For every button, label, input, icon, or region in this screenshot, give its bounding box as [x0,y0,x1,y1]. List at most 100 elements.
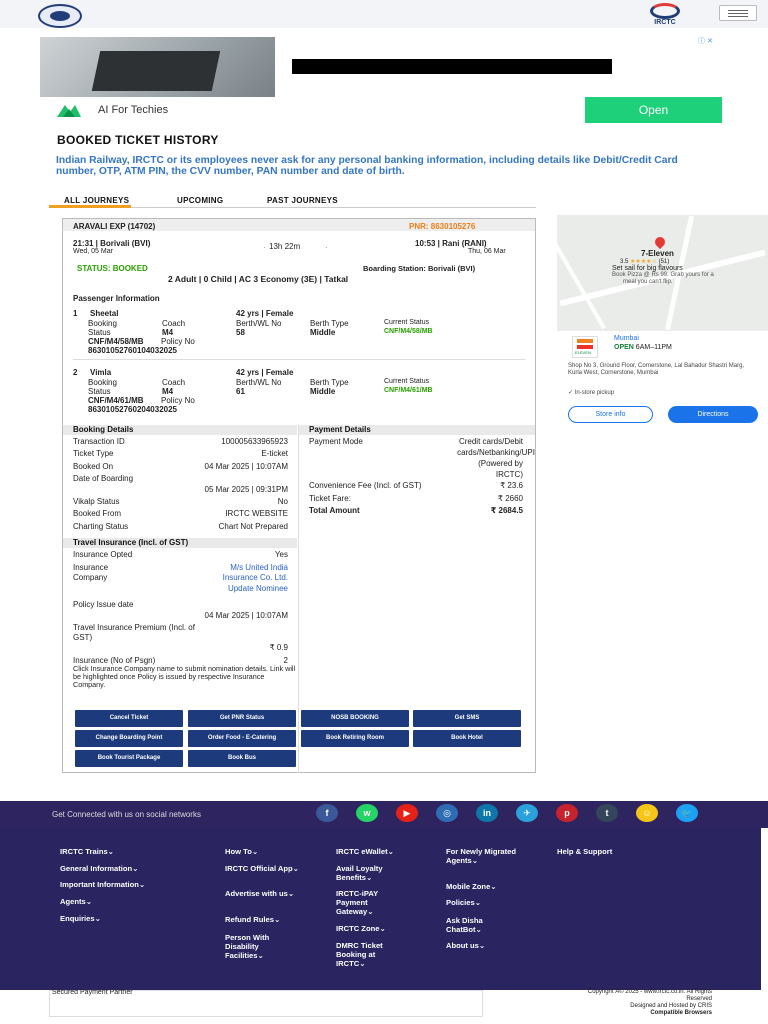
book-hotel-button[interactable]: Book Hotel [413,730,521,747]
ad-close-icon[interactable]: ⓘ ✕ [698,36,722,45]
departure-date: Wed, 05 Mar [73,248,113,255]
facebook-icon[interactable]: f [316,804,338,822]
footer-link[interactable]: Ask Disha ChatBot⌄ [446,916,501,934]
insurance-company-link[interactable]: Insurance Co. Ltd. [173,573,288,582]
vikalp-label: Vikalp Status [73,497,120,506]
insurance-company-label: Company [73,573,108,582]
footer-link[interactable]: DMRC Ticket Booking at IRCTC⌄ [336,941,406,968]
policy-issue-label: Policy Issue date [73,600,134,609]
store-info-button[interactable]: Store info [568,406,653,423]
convenience-fee-value: ₹ 23.6 [500,481,523,490]
nosb-booking-button[interactable]: NOSB BOOKING [301,710,409,727]
footer-link[interactable]: About us⌄ [446,941,485,950]
get-sms-button[interactable]: Get SMS [413,710,521,727]
page-title: BOOKED TICKET HISTORY [57,133,219,147]
footer-link[interactable]: IRCTC Zone⌄ [336,924,386,933]
insurance-heading: Travel Insurance (Incl. of GST) [63,538,297,548]
insurance-company-link[interactable]: M/s United India [173,563,288,572]
footer-link[interactable]: Advertise with us⌄ [225,889,325,898]
twitter-icon[interactable]: 🐦 [676,804,698,822]
instagram-icon[interactable]: ◎ [436,804,458,822]
copyright-text: Copyright Â© 2025 - www.irctc.co.in. All… [587,989,712,995]
snapchat-icon[interactable]: ☺ [636,804,658,822]
charting-status-value: Chart Not Prepared [218,522,288,531]
tab-past-journeys[interactable]: PAST JOURNEYS [267,196,338,205]
ad-laptop-image[interactable] [40,37,275,97]
change-boarding-point-button[interactable]: Change Boarding Point [75,730,183,747]
active-tab-indicator [49,205,131,208]
map-hours: OPEN 6AM–11PM [614,344,672,351]
footer-link[interactable]: How To⌄ [225,847,258,856]
directions-button[interactable]: Directions [668,406,758,423]
insurance-opted-label: Insurance Opted [73,550,133,559]
map-rating: 3.5 ★★★★☆ (51) [620,259,670,265]
policy-number: 86301052760204032025 [88,405,177,414]
policy-number: 86301052760104032025 [88,346,177,355]
footer-link[interactable]: Policies⌄ [446,898,481,907]
footer-link[interactable]: Agents⌄ [60,897,92,906]
insurance-company-label: Insurance [73,563,109,572]
pickup-info: ✓ In-store pickup [568,390,615,396]
footer-link[interactable]: IRCTC Official App⌄ [225,864,305,873]
coach-value: M4 [162,328,174,337]
status-label: Status [88,387,111,396]
tab-all-journeys[interactable]: ALL JOURNEYS [64,196,129,205]
premium-label: GST) [73,633,93,642]
duration-dots: · [263,243,266,252]
footer-link[interactable]: Mobile Zone⌄ [446,882,497,891]
indian-railways-logo[interactable] [38,4,82,28]
footer-link[interactable]: Avail Loyalty Benefits⌄ [336,864,411,882]
train-name: ARAVALI EXP (14702) [73,222,156,231]
footer-link[interactable]: For Newly Migrated Agents⌄ [446,847,536,865]
footer-link[interactable]: IRCTC eWallet⌄ [336,847,394,856]
transaction-id-value: 100005633965923 [221,437,288,446]
payment-mode-value: IRCTC) [495,470,523,479]
ticket-summary: 2 Adult | 0 Child | AC 3 Economy (3E) | … [168,274,349,284]
tumblr-icon[interactable]: t [596,804,618,822]
book-tourist-package-button[interactable]: Book Tourist Package [75,750,183,767]
footer-link[interactable]: Enquiries⌄ [60,914,101,923]
whatsapp-icon[interactable]: w [356,804,378,822]
berth-type-label: Berth Type [310,378,349,387]
footer-link[interactable]: Person With Disability Facilities⌄ [225,933,290,960]
map-ad-image[interactable]: 7-Eleven 3.5 ★★★★☆ (51) Set sail for big… [557,215,768,331]
tab-upcoming[interactable]: UPCOMING [177,196,223,205]
youtube-icon[interactable]: ▶ [396,804,418,822]
passenger-name: Sheetal [90,309,119,318]
hamburger-menu-icon[interactable] [719,5,757,21]
social-text: Get Connected with us on social networks [52,810,201,819]
irctc-logo[interactable]: IRCTC [646,3,684,29]
footer-link[interactable]: Help & Support [557,847,612,856]
policy-issue-value: 04 Mar 2025 | 10:07AM [204,611,288,620]
pinterest-icon[interactable]: p [556,804,578,822]
footer-link[interactable]: IRCTC-iPAY Payment Gateway⌄ [336,889,391,916]
ticket-fare-label: Ticket Fare: [309,494,351,503]
footer-link[interactable]: Refund Rules⌄ [225,915,280,924]
update-nominee-link[interactable]: Update Nominee [173,584,288,593]
footer-link[interactable]: General Information⌄ [60,864,139,873]
policy-label: Policy No [161,337,195,346]
map-city: Mumbai [614,335,639,342]
copyright-text: Reserved [686,996,712,1002]
cancel-ticket-button[interactable]: Cancel Ticket [75,710,183,727]
get-pnr-status-button[interactable]: Get PNR Status [188,710,296,727]
footer-link[interactable]: IRCTC Trains⌄ [60,847,114,856]
departure-time: 21:31 | Borivali (BVI) [73,239,151,248]
ad-open-button[interactable]: Open [585,97,722,123]
security-warning: Indian Railway, IRCTC or its employees n… [56,155,678,177]
booked-on-value: 04 Mar 2025 | 10:07AM [204,462,288,471]
linkedin-icon[interactable]: in [476,804,498,822]
footer-link[interactable]: Important Information⌄ [60,880,145,889]
order-food-button[interactable]: Order Food - E-Catering [188,730,296,747]
book-retiring-room-button[interactable]: Book Retiring Room [301,730,409,747]
book-bus-button[interactable]: Book Bus [188,750,296,767]
booking-status-value: CNF/M4/58/MB [88,337,144,346]
booking-status-value: CNF/M4/61/MB [88,396,144,405]
telegram-icon[interactable]: ✈ [516,804,538,822]
boarding-date-label: Date of Boarding [73,474,134,483]
passenger-heading: Passenger Information [73,294,160,303]
map-tagline: Book Pizza @ Rs 99. Grab yours for a [612,272,714,278]
berth-type-value: Middle [310,387,336,396]
total-amount-label: Total Amount [309,506,360,515]
compatible-browsers-link[interactable]: Compatible Browsers [512,1010,712,1017]
